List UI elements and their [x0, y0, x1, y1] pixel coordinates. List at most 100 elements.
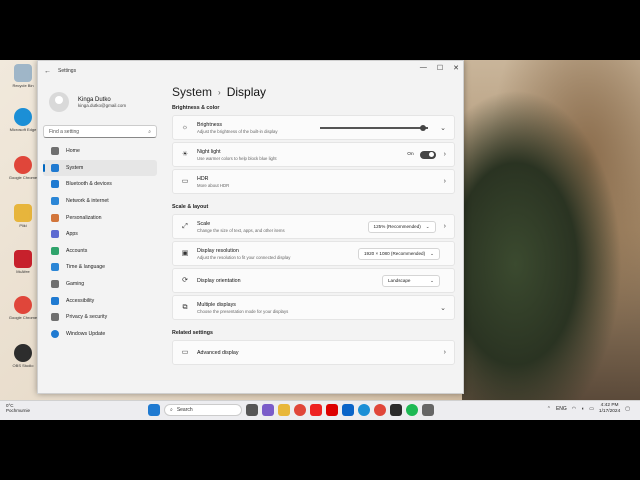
brightness-title: Brightness [197, 121, 223, 128]
chrome-icon[interactable] [294, 404, 306, 416]
wifi-icon[interactable]: ◠ [572, 406, 576, 412]
sidebar-item-system[interactable]: System [43, 159, 157, 177]
clock-date: 1/17/2024 [598, 409, 621, 414]
apps-icon [51, 230, 59, 239]
chrome-icon[interactable] [374, 404, 386, 416]
settings-gear-icon[interactable] [422, 404, 434, 416]
start-icon[interactable] [148, 404, 160, 416]
orientation-card[interactable]: ⟳ Display orientation Landscape ⌄ [172, 268, 455, 293]
night-light-toggle[interactable] [419, 150, 436, 159]
chevron-right-icon[interactable]: › [444, 151, 446, 158]
orientation-dropdown[interactable]: Landscape ⌄ [382, 274, 440, 287]
desktop-icon-edge[interactable]: Microsoft Edge [8, 108, 38, 132]
back-arrow-icon[interactable]: ← [44, 68, 54, 75]
minimize-icon[interactable]: — [420, 64, 427, 72]
window-controls: — ☐ ✕ [420, 64, 459, 72]
resolution-icon: ▣ [181, 249, 189, 257]
desktop: Recycle Bin Microsoft Edge Google Chrome… [0, 60, 640, 420]
brightness-desc: Adjust the brightness of the built-in di… [197, 128, 278, 134]
controller-icon [51, 280, 59, 289]
task-view-icon[interactable] [246, 404, 258, 416]
sidebar-item-gaming[interactable]: Gaming [43, 276, 157, 293]
brightness-slider-thumb[interactable] [419, 124, 426, 131]
brush-icon [51, 213, 59, 222]
file-explorer-icon[interactable] [278, 404, 290, 416]
shield-icon [51, 313, 59, 322]
outlook-icon[interactable] [342, 404, 354, 416]
title-bar: ← Settings [38, 61, 463, 81]
user-email: kinga.dutko@gmail.com [78, 102, 127, 108]
multiple-displays-card[interactable]: ⧉ Multiple displays Choose the presentati… [172, 295, 455, 320]
brightness-card[interactable]: ☼ Brightness Adjust the brightness of the… [172, 115, 455, 140]
scale-card[interactable]: ⤢ Scale Change the size of text, apps, an… [172, 214, 455, 239]
maximize-icon[interactable]: ☐ [437, 64, 443, 72]
chevron-down-icon[interactable]: ⌄ [440, 124, 446, 132]
desktop-icon-chrome[interactable]: Google Chrome [8, 156, 38, 180]
multiple-displays-icon: ⧉ [182, 303, 188, 311]
brightness-slider[interactable] [320, 124, 429, 131]
volume-icon[interactable]: ◖ [581, 406, 584, 412]
resolution-desc: Adjust the resolution to fit your connec… [197, 254, 291, 260]
hdr-card[interactable]: ▭ HDR More about HDR › [172, 169, 455, 194]
settings-window: ← Settings — ☐ ✕ Kinga Dutko kinga.dutko… [37, 60, 464, 394]
sidebar-item-network[interactable]: Network & internet [43, 193, 157, 210]
search-icon: ⌕ [148, 128, 151, 135]
wallpaper-art [462, 60, 640, 400]
chevron-right-icon[interactable]: › [444, 349, 446, 356]
recycle-bin-icon [14, 64, 32, 82]
sidebar-item-privacy[interactable]: Privacy & security [43, 309, 157, 326]
sidebar-item-apps[interactable]: Apps [43, 226, 157, 243]
chevron-up-icon[interactable]: ⌃ [547, 406, 551, 412]
sidebar-item-time-language[interactable]: Time & language [43, 259, 157, 276]
resolution-card[interactable]: ▣ Display resolution Adjust the resolutio… [172, 241, 455, 266]
chevron-right-icon[interactable]: › [444, 223, 446, 230]
night-light-title: Night light [197, 148, 221, 155]
person-icon [51, 246, 59, 255]
spotify-icon[interactable] [406, 404, 418, 416]
scale-title: Scale [197, 220, 211, 227]
app-icon[interactable] [390, 404, 402, 416]
desktop-icon-obs[interactable]: OBS Studio [8, 344, 38, 368]
edge-icon [14, 108, 32, 126]
battery-icon[interactable]: ▭ [589, 406, 594, 412]
night-light-desc: Use warmer colors to help block blue lig… [197, 155, 277, 161]
netflix-icon[interactable] [326, 404, 338, 416]
sidebar-item-personalization[interactable]: Personalization [43, 209, 157, 226]
language-indicator[interactable]: ENG [556, 406, 567, 412]
edge-icon[interactable] [358, 404, 370, 416]
desktop-icon-recycle-bin[interactable]: Recycle Bin [8, 64, 38, 88]
teams-icon[interactable] [262, 404, 274, 416]
advanced-display-card[interactable]: ▭ Advanced display › [172, 340, 455, 365]
chevron-down-icon: ⌄ [430, 250, 434, 256]
taskbar-search[interactable]: ⌕ Search [164, 404, 242, 416]
taskbar: 0°C Pochmurnie ⌕ Search ⌃ ENG ◠ ◖ ▭ 4:42… [0, 400, 640, 420]
notification-icon[interactable]: ▢ [625, 406, 630, 412]
sidebar-item-windows-update[interactable]: Windows Update [43, 326, 157, 343]
taskbar-apps: ⌕ Search [148, 404, 434, 416]
desktop-icon-mcafee[interactable]: McAfee [8, 250, 38, 274]
resolution-title: Display resolution [197, 247, 239, 254]
weather-desc: Pochmurnie [6, 408, 31, 413]
sidebar-item-accounts[interactable]: Accounts [43, 243, 157, 260]
user-profile[interactable]: Kinga Dutko kinga.dutko@gmail.com [43, 85, 157, 119]
night-light-card[interactable]: ☀ Night light Use warmer colors to help b… [172, 142, 455, 167]
sidebar-item-accessibility[interactable]: Accessibility [43, 292, 157, 309]
desktop-icon-pliki[interactable]: Pliki [8, 204, 38, 228]
youtube-icon[interactable] [310, 404, 322, 416]
chevron-down-icon[interactable]: ⌄ [440, 304, 446, 312]
close-icon[interactable]: ✕ [453, 64, 459, 72]
obs-icon [14, 344, 32, 362]
main-content: System › Display Brightness & color ☼ Br… [172, 81, 455, 393]
resolution-dropdown[interactable]: 1920 × 1080 (Recommended) ⌄ [357, 247, 440, 260]
scale-dropdown[interactable]: 125% (Recommended) ⌄ [367, 220, 436, 233]
desktop-icon-chrome-2[interactable]: Google Chrome [8, 296, 38, 320]
search-input[interactable]: Find a setting ⌕ [43, 125, 157, 138]
sidebar-item-bluetooth[interactable]: Bluetooth & devices [43, 176, 157, 193]
multiple-displays-desc: Choose the presentation mode for your di… [197, 308, 289, 314]
hdr-title: HDR [197, 175, 209, 182]
weather-widget[interactable]: 0°C Pochmurnie [6, 403, 30, 413]
sidebar-item-home[interactable]: Home [43, 143, 157, 160]
chevron-right-icon[interactable]: › [444, 178, 446, 185]
breadcrumb-parent[interactable]: System [172, 85, 212, 99]
clock[interactable]: 4:42 PM 1/17/2024 [599, 403, 620, 415]
